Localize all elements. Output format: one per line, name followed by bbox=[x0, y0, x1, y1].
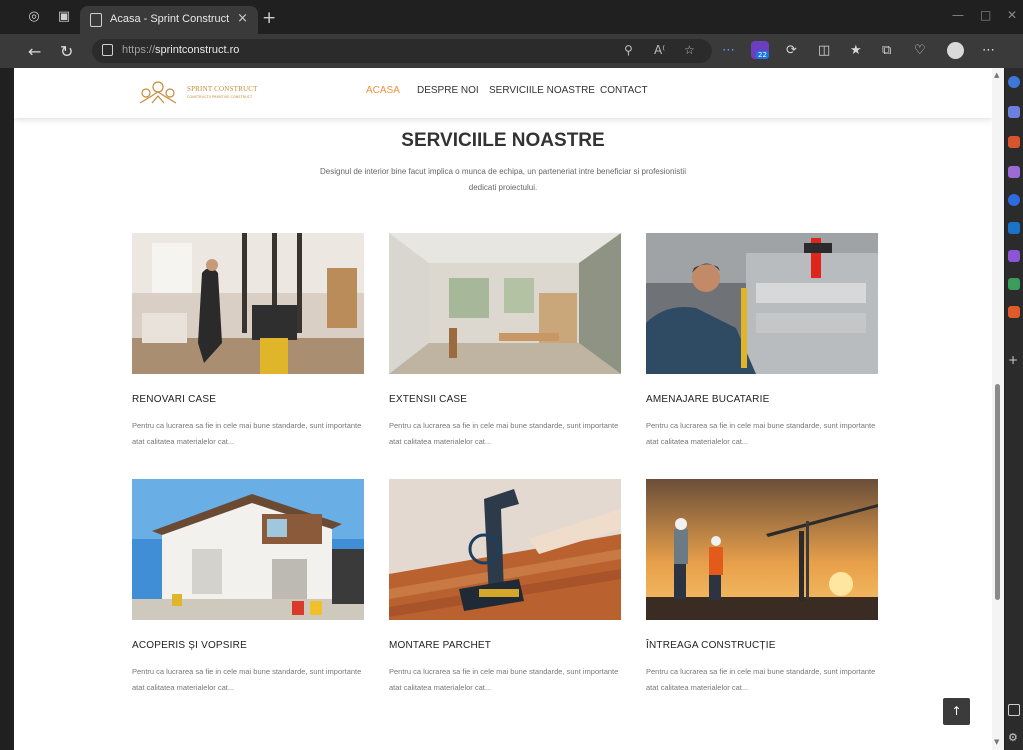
maximize-icon[interactable]: □ bbox=[980, 8, 991, 22]
section-title: SERVICIILE NOASTRE bbox=[401, 130, 605, 151]
address-bar[interactable]: https://sprintconstruct.ro ⚲ A⁽ ☆ bbox=[92, 39, 712, 63]
card-text: Pentru ca lucrarea sa fie in cele mai bu… bbox=[646, 421, 876, 446]
edge-sidebar: + ⚙ bbox=[1005, 68, 1023, 750]
designer-icon[interactable] bbox=[1008, 250, 1020, 262]
card-title[interactable]: ACOPERIS ȘI VOPSIRE bbox=[132, 640, 247, 651]
service-card[interactable]: MONTARE PARCHET Pentru ca lucrarea sa fi… bbox=[389, 479, 621, 699]
scroll-thumb[interactable] bbox=[995, 384, 1000, 600]
page-viewport: SPRINT CONSTRUCT CONSTRUCTII PRIMITIVE C… bbox=[14, 68, 992, 750]
extensions-icon[interactable]: ⟳ bbox=[786, 43, 797, 58]
site-logo[interactable]: SPRINT CONSTRUCT CONSTRUCTII PRIMITIVE C… bbox=[136, 78, 268, 108]
service-image-bucatarie[interactable] bbox=[646, 233, 878, 374]
tab-close-icon[interactable]: × bbox=[237, 11, 248, 26]
more-menu-icon[interactable]: ⋯ bbox=[982, 43, 995, 58]
scroll-down-arrow-icon[interactable]: ▼ bbox=[994, 738, 999, 746]
card-title[interactable]: ÎNTREAGA CONSTRUCȚIE bbox=[646, 640, 776, 651]
close-window-icon[interactable]: ✕ bbox=[1007, 8, 1017, 22]
service-image-acoperis[interactable] bbox=[132, 479, 364, 620]
page-icon bbox=[90, 13, 102, 27]
refresh-icon[interactable]: ↻ bbox=[60, 42, 73, 61]
card-title[interactable]: EXTENSII CASE bbox=[389, 394, 467, 405]
nav-acasa[interactable]: ACASA bbox=[366, 85, 400, 96]
section-subtitle: Designul de interior bine facut implica … bbox=[320, 167, 686, 192]
workspaces-icon[interactable]: ◎ bbox=[26, 9, 42, 25]
extension-badge-count: 22 bbox=[756, 51, 769, 59]
tab-active[interactable]: Acasa - Sprint Construct × bbox=[80, 6, 258, 34]
card-text: Pentru ca lucrarea sa fie in cele mai bu… bbox=[132, 421, 362, 446]
card-text: Pentru ca lucrarea sa fie in cele mai bu… bbox=[132, 667, 362, 692]
service-card[interactable]: ÎNTREAGA CONSTRUCȚIE Pentru ca lucrarea … bbox=[646, 479, 878, 699]
split-screen-icon[interactable]: ◫ bbox=[818, 43, 830, 58]
outlook-icon[interactable] bbox=[1008, 222, 1020, 234]
card-title[interactable]: AMENAJARE BUCATARIE bbox=[646, 394, 769, 405]
settings-icon[interactable]: ⚙ bbox=[1008, 732, 1020, 744]
favorites-icon[interactable]: ★ bbox=[850, 43, 862, 58]
search-icon[interactable] bbox=[1008, 76, 1020, 88]
service-image-renovari[interactable] bbox=[132, 233, 364, 374]
add-icon[interactable]: + bbox=[1008, 354, 1020, 366]
url-scheme: https:// bbox=[122, 44, 156, 56]
logo-tagline: CONSTRUCTII PRIMITIVE CONSTRUCT bbox=[187, 95, 253, 99]
service-image-extensii[interactable] bbox=[389, 233, 621, 374]
tab-actions-icon[interactable]: ▣ bbox=[56, 9, 72, 25]
url-text[interactable]: https://sprintconstruct.ro bbox=[122, 44, 239, 56]
people-icon[interactable] bbox=[1008, 166, 1020, 178]
nav-despre-noi[interactable]: DESPRE NOI bbox=[417, 85, 479, 96]
title-bar: ◎ ▣ Acasa - Sprint Construct × + — □ ✕ bbox=[0, 0, 1023, 34]
lock-icon[interactable] bbox=[102, 44, 113, 56]
card-text: Pentru ca lucrarea sa fie in cele mai bu… bbox=[389, 667, 619, 692]
nav-serviciile-noastre[interactable]: SERVICIILE NOASTRE bbox=[489, 85, 595, 96]
minimize-icon[interactable]: — bbox=[952, 8, 964, 22]
page-scrollbar[interactable]: ▲ ▼ bbox=[992, 68, 1004, 750]
browser-toolbar: ← ↻ https://sprintconstruct.ro ⚲ A⁽ ☆ ⋯ … bbox=[0, 34, 1023, 68]
browser-window: ◎ ▣ Acasa - Sprint Construct × + — □ ✕ ←… bbox=[0, 0, 1023, 750]
games-icon[interactable] bbox=[1008, 278, 1020, 290]
site-header: SPRINT CONSTRUCT CONSTRUCTII PRIMITIVE C… bbox=[14, 68, 992, 118]
copilot-icon[interactable] bbox=[1008, 194, 1020, 206]
scroll-up-arrow-icon[interactable]: ▲ bbox=[994, 71, 999, 79]
zoom-icon[interactable]: ⚲ bbox=[624, 43, 633, 57]
back-to-top-button[interactable]: ↑ bbox=[943, 698, 970, 725]
service-image-constructie[interactable] bbox=[646, 479, 878, 620]
card-title[interactable]: RENOVARI CASE bbox=[132, 394, 216, 405]
back-icon[interactable]: ← bbox=[28, 42, 41, 61]
service-card[interactable]: RENOVARI CASE Pentru ca lucrarea sa fie … bbox=[132, 233, 364, 453]
logo-name: SPRINT CONSTRUCT bbox=[187, 85, 258, 93]
shopping-icon[interactable] bbox=[1008, 136, 1020, 148]
sidebar-app-icon[interactable] bbox=[1008, 106, 1020, 118]
url-host: sprintconstruct.ro bbox=[155, 44, 240, 56]
card-text: Pentru ca lucrarea sa fie in cele mai bu… bbox=[389, 421, 619, 446]
service-card[interactable]: AMENAJARE BUCATARIE Pentru ca lucrarea s… bbox=[646, 233, 878, 453]
browser-essentials-icon[interactable]: ♡ bbox=[914, 43, 926, 58]
service-image-parchet[interactable] bbox=[389, 479, 621, 620]
new-tab-button[interactable]: + bbox=[262, 8, 276, 28]
card-title[interactable]: MONTARE PARCHET bbox=[389, 640, 491, 651]
read-aloud-icon[interactable]: A⁽ bbox=[654, 43, 665, 57]
service-card[interactable]: ACOPERIS ȘI VOPSIRE Pentru ca lucrarea s… bbox=[132, 479, 364, 699]
card-text: Pentru ca lucrarea sa fie in cele mai bu… bbox=[646, 667, 876, 692]
profile-avatar[interactable] bbox=[947, 42, 964, 59]
tab-title: Acasa - Sprint Construct bbox=[110, 13, 230, 25]
logo-mark-icon bbox=[139, 81, 177, 104]
favorite-star-icon[interactable]: ☆ bbox=[684, 43, 695, 57]
extension-icon[interactable]: 22 bbox=[751, 41, 769, 59]
sidebar-toggle-icon[interactable] bbox=[1008, 704, 1020, 716]
nav-contact[interactable]: CONTACT bbox=[600, 85, 648, 96]
collections-icon[interactable]: ⧉ bbox=[882, 43, 891, 58]
extension-dots-icon[interactable]: ⋯ bbox=[722, 43, 735, 58]
service-card[interactable]: EXTENSII CASE Pentru ca lucrarea sa fie … bbox=[389, 233, 621, 453]
office-icon[interactable] bbox=[1008, 306, 1020, 318]
